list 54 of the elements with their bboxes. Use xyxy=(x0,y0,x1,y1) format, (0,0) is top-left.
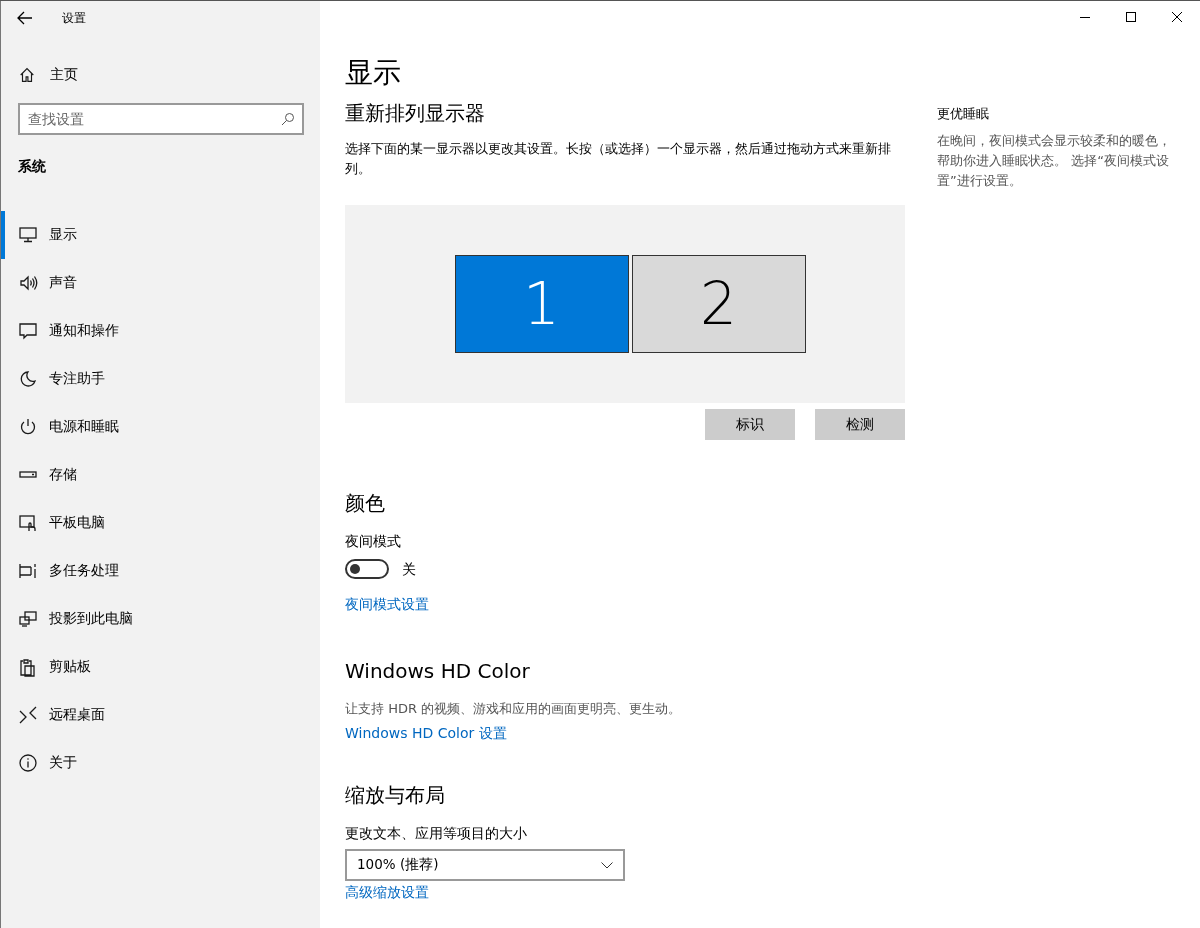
page-title: 显示 xyxy=(345,55,402,91)
aside-heading: 更优睡眠 xyxy=(937,105,990,123)
action-button[interactable]: 标识 xyxy=(705,409,795,440)
speaker-icon xyxy=(18,273,38,293)
home-icon xyxy=(18,66,36,84)
remote-icon xyxy=(18,705,38,725)
monitor-tile[interactable]: 1 xyxy=(454,255,629,353)
sidebar-item[interactable]: 投影到此电脑 xyxy=(1,595,320,643)
sidebar-item[interactable]: 平板电脑 xyxy=(1,499,320,547)
section-heading: 缩放与布局 xyxy=(345,782,446,809)
maximize-icon xyxy=(1126,12,1136,22)
sidebar-item[interactable]: 关于 xyxy=(1,739,320,787)
setting-label: 夜间模式 xyxy=(345,533,401,549)
monitor-tile[interactable]: 2 xyxy=(631,255,806,353)
minimize-icon xyxy=(1080,16,1090,18)
section-heading: 重新排列显示器 xyxy=(345,100,486,127)
sidebar-item[interactable]: 远程桌面 xyxy=(1,691,320,739)
info-icon xyxy=(18,753,38,773)
description-text: 选择下面的某一显示器以更改其设置。长按（或选择）一个显示器，然后通过拖动方式来重新排列。 xyxy=(345,140,892,178)
back-arrow-icon xyxy=(17,11,33,25)
monitor-icon xyxy=(18,225,38,245)
moon-icon xyxy=(18,369,38,389)
sidebar-item[interactable]: 声音 xyxy=(1,259,320,307)
multitask-icon xyxy=(18,561,38,581)
sidebar-item[interactable]: 多任务处理 xyxy=(1,547,320,595)
sidebar-item[interactable]: 通知和操作 xyxy=(1,307,320,355)
description-text: 让支持 HDR 的视频、游戏和应用的画面更明亮、更生动。 xyxy=(345,700,683,718)
toggle-switch[interactable] xyxy=(345,559,389,579)
advanced-scaling-link[interactable]: 高级缩放设置 xyxy=(345,884,429,900)
sidebar-item[interactable]: 剪贴板 xyxy=(1,643,320,691)
speech-bubble-icon xyxy=(18,321,38,341)
clipboard-icon xyxy=(18,657,38,677)
search-icon xyxy=(281,112,295,126)
home-nav-item[interactable]: 主页 xyxy=(1,57,320,93)
night-light-settings-link[interactable]: 夜间模式设置 xyxy=(345,596,429,612)
power-icon xyxy=(18,417,38,437)
projector-icon xyxy=(18,609,38,629)
close-icon xyxy=(1172,12,1182,22)
section-heading: 颜色 xyxy=(345,490,386,517)
toggle-state-text: 关 xyxy=(402,560,416,579)
hd-color-settings-link[interactable]: Windows HD Color 设置 xyxy=(345,725,507,741)
window-title: 设置 xyxy=(62,9,86,27)
scale-dropdown[interactable]: 100% (推荐) xyxy=(345,849,625,881)
setting-label: 更改文本、应用等项目的大小 xyxy=(345,825,527,841)
sidebar-item[interactable]: 电源和睡眠 xyxy=(1,403,320,451)
tablet-icon xyxy=(18,513,38,533)
action-button[interactable]: 检测 xyxy=(815,409,905,440)
section-heading: 系统 xyxy=(18,158,46,176)
aside-text: 在晚间，夜间模式会显示较柔和的暖色，帮助你进入睡眠状态。 选择“夜间模式设置”进行设置。 xyxy=(937,132,1172,190)
sidebar-item[interactable]: 存储 xyxy=(1,451,320,499)
sidebar-item[interactable]: 专注助手 xyxy=(1,355,320,403)
search-field[interactable]: 查找设置 xyxy=(18,103,304,135)
chevron-down-icon xyxy=(601,861,613,869)
section-heading: Windows HD Color xyxy=(345,658,531,685)
